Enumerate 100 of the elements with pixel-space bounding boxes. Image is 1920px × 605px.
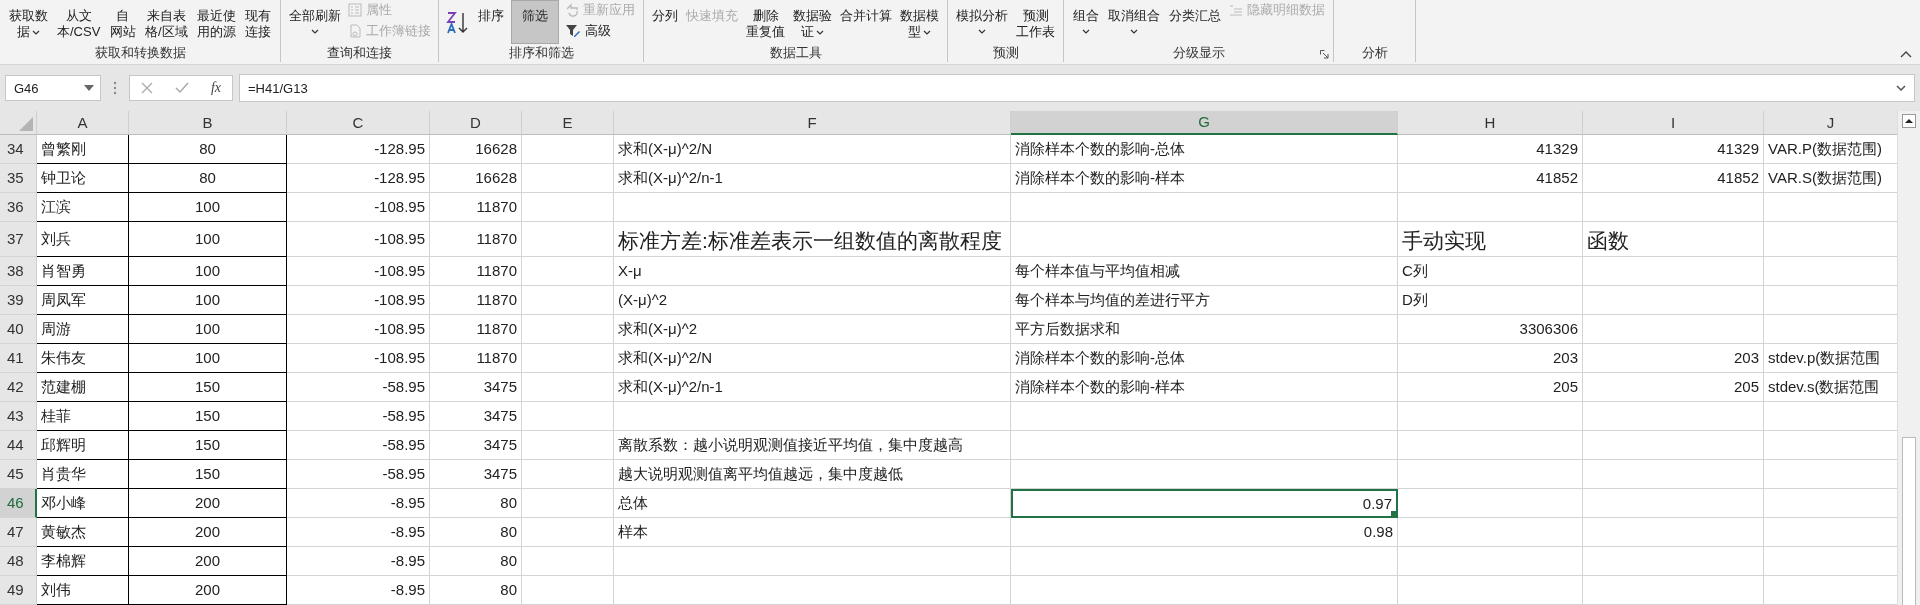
table-cell: 80 — [430, 489, 522, 518]
ribbon-button[interactable]: 合并计算 — [837, 0, 895, 44]
table-cell: -108.95 — [287, 222, 430, 257]
ribbon-button[interactable]: 现有 连接 — [242, 0, 275, 44]
column-header[interactable]: F — [614, 111, 1011, 135]
table-cell: 周游 — [37, 315, 129, 344]
ribbon-button[interactable]: 删除 重复值 — [743, 0, 788, 44]
row-header[interactable]: 46 — [0, 489, 37, 518]
scroll-up-icon[interactable] — [1902, 114, 1916, 128]
ribbon-button[interactable]: 数据模 型 — [897, 0, 942, 44]
table-cell: D列 — [1398, 286, 1583, 315]
table-cell: 标准方差:标准差表示一组数值的离散程度 — [614, 222, 1011, 257]
row-header[interactable]: 38 — [0, 257, 37, 286]
column-header[interactable]: G — [1011, 111, 1398, 135]
table-cell: 刘兵 — [37, 222, 129, 257]
caret-icon — [311, 29, 319, 34]
table-cell: 100 — [129, 315, 287, 344]
table-cell: 3475 — [430, 373, 522, 402]
table-cell: 越大说明观测值离平均值越远，集中度越低 — [614, 460, 1011, 489]
table-cell: 80 — [129, 164, 287, 193]
caret-icon — [1081, 29, 1090, 34]
row-header[interactable]: 43 — [0, 402, 37, 431]
table-cell: 0.97 — [1011, 489, 1398, 518]
insert-function-button[interactable]: fx — [210, 80, 221, 96]
table-cell: 周凤军 — [37, 286, 129, 315]
row-header[interactable]: 47 — [0, 518, 37, 547]
row-header[interactable]: 45 — [0, 460, 37, 489]
table-cell: 11870 — [430, 344, 522, 373]
table-cell: 每个样本与均值的差进行平方 — [1011, 286, 1398, 315]
row-header[interactable]: 39 — [0, 286, 37, 315]
grip-icon[interactable] — [113, 81, 117, 95]
table-cell: 离散系数：越小说明观测值接近平均值，集中度越高 — [614, 431, 1011, 460]
column-header[interactable]: E — [522, 111, 614, 135]
table-cell: -108.95 — [287, 286, 430, 315]
ribbon-button[interactable]: 组合 — [1069, 0, 1102, 44]
group-label: 排序和筛选 — [508, 44, 574, 62]
collapse-ribbon-icon[interactable] — [1900, 50, 1912, 58]
column-header[interactable]: H — [1398, 111, 1583, 135]
group-label: 分级显示 — [1172, 44, 1225, 62]
table-cell: 桂菲 — [37, 402, 129, 431]
dialog-launcher-icon[interactable] — [1320, 50, 1329, 59]
column-header[interactable]: A — [37, 111, 129, 135]
row-header[interactable]: 48 — [0, 547, 37, 576]
ribbon-small-button[interactable]: 高级 — [563, 21, 637, 40]
enter-icon[interactable] — [174, 82, 189, 94]
table-cell: 刘伟 — [37, 576, 129, 605]
table-cell: 函数 — [1583, 222, 1764, 257]
ribbon-button[interactable]: 最近使 用的源 — [193, 0, 239, 44]
caret-icon — [31, 29, 40, 35]
ribbon-button[interactable]: 筛选 — [511, 0, 559, 44]
table-cell: 3306306 — [1398, 315, 1583, 344]
ribbon-button[interactable]: 自 网站 — [106, 0, 139, 44]
row-header[interactable]: 49 — [0, 576, 37, 605]
table-cell: -8.95 — [287, 518, 430, 547]
ribbon-button[interactable]: 取消组合 — [1104, 0, 1163, 44]
ribbon-button[interactable]: 预测 工作表 — [1013, 0, 1058, 44]
ribbon-button[interactable]: 分列 — [649, 0, 681, 44]
group-label: 分析 — [1361, 44, 1388, 62]
column-header[interactable]: B — [129, 111, 287, 135]
cancel-icon[interactable] — [140, 82, 153, 94]
row-header[interactable]: 37 — [0, 222, 37, 257]
column-header[interactable]: D — [430, 111, 522, 135]
select-all-corner[interactable] — [0, 111, 37, 135]
ribbon-button[interactable]: 从文 本/CSV — [54, 0, 104, 44]
table-cell: 205 — [1583, 373, 1764, 402]
column-header[interactable]: I — [1583, 111, 1764, 135]
caret-icon — [816, 29, 824, 35]
ribbon-button[interactable]: 来自表 格/区域 — [142, 0, 191, 44]
table-cell: 每个样本值与平均值相减 — [1011, 257, 1398, 286]
formula-field[interactable]: =H41/G13 — [239, 74, 1915, 102]
ribbon-button[interactable]: 排序 — [475, 0, 507, 44]
row-header[interactable]: 41 — [0, 344, 37, 373]
table-cell: -8.95 — [287, 576, 430, 605]
ribbon-button[interactable]: 分类汇总 — [1166, 0, 1225, 44]
list-icon — [348, 2, 362, 17]
ribbon-button[interactable]: 获取数 据 — [5, 0, 51, 44]
row-header[interactable]: 36 — [0, 193, 37, 222]
ribbon-button[interactable]: 全部刷新 — [286, 0, 344, 44]
table-cell: 41852 — [1583, 164, 1764, 193]
column-header[interactable]: C — [287, 111, 430, 135]
select-all-icon[interactable] — [19, 117, 33, 131]
name-box[interactable]: G46 — [5, 75, 101, 101]
row-header[interactable]: 35 — [0, 164, 37, 193]
row-header[interactable]: 40 — [0, 315, 37, 344]
column-header[interactable]: J — [1764, 111, 1897, 135]
ribbon-button[interactable]: 数据验 证 — [790, 0, 835, 44]
table-cell: 150 — [129, 431, 287, 460]
refresh-icon — [565, 2, 579, 17]
table-cell: 3475 — [430, 431, 522, 460]
row-header[interactable]: 42 — [0, 373, 37, 402]
vertical-scrollbar[interactable] — [1897, 111, 1920, 605]
group-label: 预测 — [992, 44, 1019, 62]
row-header[interactable]: 44 — [0, 431, 37, 460]
table-cell: C列 — [1398, 257, 1583, 286]
scrollbar-thumb[interactable] — [1902, 437, 1916, 605]
group-label: 数据工具 — [769, 44, 822, 62]
table-cell: -108.95 — [287, 315, 430, 344]
table-cell: 黄敏杰 — [37, 518, 129, 547]
ribbon-button[interactable]: 模拟分析 — [953, 0, 1011, 44]
row-header[interactable]: 34 — [0, 135, 37, 164]
